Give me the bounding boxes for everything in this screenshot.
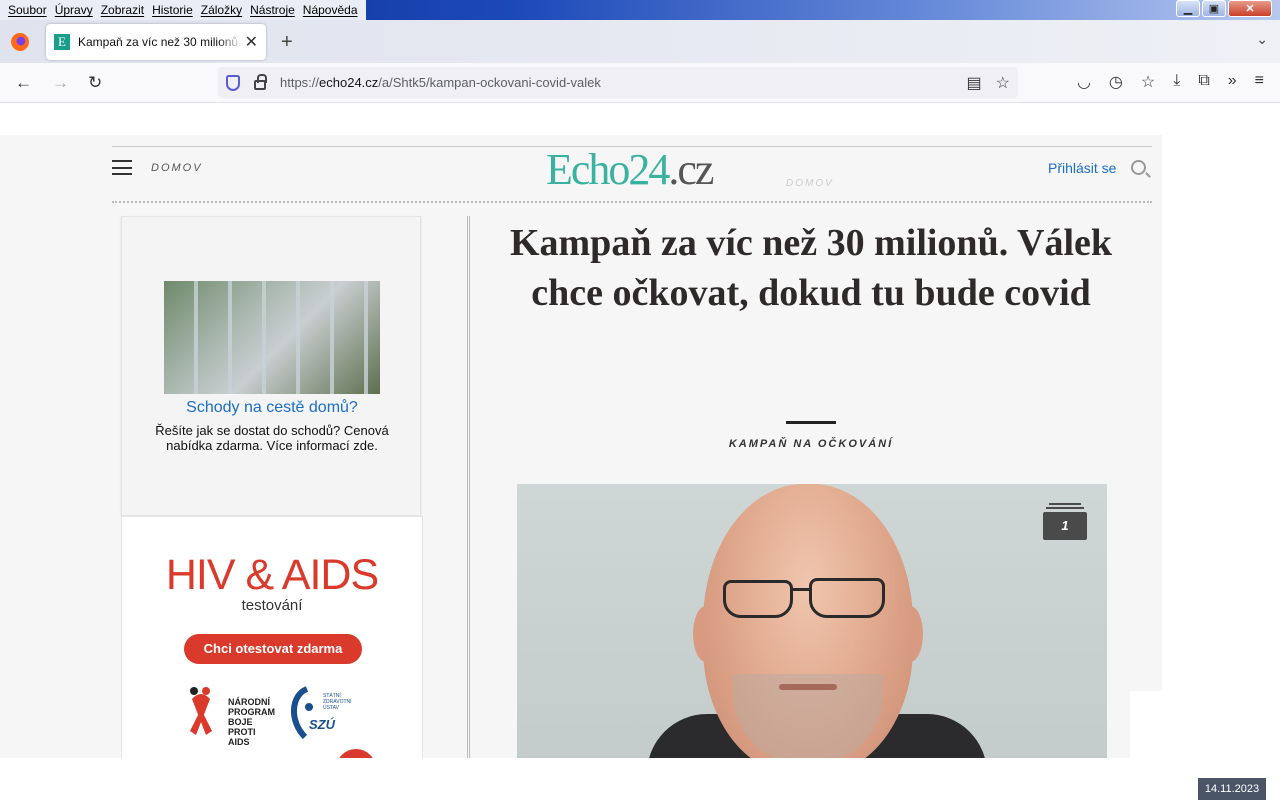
url-host: echo24.cz <box>319 75 379 90</box>
menu-bar: Soubor Úpravy Zobrazit Historie Záložky … <box>0 0 366 20</box>
logo-main: Echo24 <box>546 145 670 194</box>
bookmark-star-icon[interactable]: ☆ <box>996 73 1010 93</box>
url-path: /a/Shtk5/kampan-ockovani-covid-valek <box>378 75 601 90</box>
article-topic-tag[interactable]: KAMPAŇ NA OČKOVÁNÍ <box>486 438 1136 450</box>
szu-text: SZÚ <box>309 717 335 732</box>
header-dotted-divider <box>112 201 1152 203</box>
firefox-icon[interactable] <box>11 33 29 51</box>
tab-close-icon[interactable]: ✕ <box>245 32 258 52</box>
article-photo[interactable]: 1 <box>517 484 1107 758</box>
close-window-button[interactable]: ✕ <box>1228 0 1272 17</box>
ad-stairlift-heading[interactable]: Schody na cestě domů? <box>122 399 422 417</box>
downloads-icon[interactable]: ⤓ <box>1173 72 1180 92</box>
tab-title: Kampaň za víc než 30 milionů. V <box>78 35 243 49</box>
ad-decoration <box>336 749 376 758</box>
reader-view-icon[interactable]: ▤ <box>967 73 982 93</box>
menu-nastroje[interactable]: Nástroje <box>246 3 299 17</box>
ad-stairlift-image[interactable] <box>164 281 380 394</box>
taskbar: 14.11.2023 <box>0 758 1280 800</box>
page-edge <box>1130 691 1162 758</box>
search-icon[interactable] <box>1131 160 1146 175</box>
maximize-button[interactable]: ▣ <box>1202 0 1226 17</box>
menu-historie[interactable]: Historie <box>148 3 197 17</box>
history-icon[interactable]: ◷ <box>1109 72 1123 92</box>
ad-hiv-testing[interactable]: HIV & AIDS testování Chci otestovat zdar… <box>121 516 423 758</box>
home-ghost-label: DOMOV <box>786 178 834 189</box>
article-headline: Kampaň za víc než 30 milionů. Válek chce… <box>509 222 1113 314</box>
navigation-toolbar: ← → ↻ https://echo24.cz/a/Shtk5/kampan-o… <box>0 63 1280 103</box>
extensions-icon[interactable]: ⧉ <box>1198 72 1209 92</box>
app-menu-icon[interactable]: ≡ <box>1255 72 1264 92</box>
ad-hiv-cta-button[interactable]: Chci otestovat zdarma <box>184 634 362 664</box>
more-tools-icon[interactable]: » <box>1228 72 1237 92</box>
web-page: DOMOV Echo24.cz DOMOV Přihlásit se Schod… <box>0 104 1280 758</box>
gallery-count-badge[interactable]: 1 <box>1043 503 1087 540</box>
taskbar-date[interactable]: 14.11.2023 <box>1198 778 1266 800</box>
bookmarks-icon[interactable]: ☆ <box>1141 72 1155 92</box>
photo-mouth <box>779 684 837 690</box>
menu-soubor[interactable]: Soubor <box>4 3 51 17</box>
ad-stairlift[interactable]: Schody na cestě domů? Řešíte jak se dost… <box>121 216 421 516</box>
ad-hiv-subtitle: testování <box>241 597 303 614</box>
tab-article[interactable]: E Kampaň za víc než 30 milionů. V ✕ <box>46 24 266 60</box>
szu-emblem-icon <box>290 686 313 740</box>
reload-button[interactable]: ↻ <box>88 73 102 93</box>
red-ribbon-icon <box>190 687 212 735</box>
list-all-tabs-icon[interactable]: ⌄ <box>1256 31 1268 48</box>
ad-stairlift-text[interactable]: Řešíte jak se dostat do schodů? Cenová n… <box>142 423 402 453</box>
menu-zalozky[interactable]: Záložky <box>197 3 246 17</box>
minimize-button[interactable]: ▁ <box>1176 0 1200 17</box>
address-bar[interactable]: https://echo24.cz/a/Shtk5/kampan-ockovan… <box>218 67 1018 98</box>
forward-button[interactable]: → <box>52 73 69 93</box>
new-tab-button[interactable]: + <box>281 31 293 54</box>
tracking-protection-shield-icon[interactable] <box>226 74 240 91</box>
szu-logo: STÁTNÍ ZDRAVOTNÍ ÚSTAV SZÚ <box>285 685 352 741</box>
ad-hiv-title: HIV & AIDS <box>165 551 379 599</box>
national-aids-program-logo: NÁRODNÍ PROGRAM BOJE PROTI AIDS <box>186 685 278 747</box>
toolbar-buttons: ◡ ◷ ☆ ⤓ ⧉ » ≡ <box>1077 72 1264 92</box>
echo24-favicon-icon: E <box>54 34 70 50</box>
url-text[interactable]: https://echo24.cz/a/Shtk5/kampan-ockovan… <box>280 75 601 90</box>
pocket-icon[interactable]: ◡ <box>1077 72 1091 92</box>
url-scheme: https:// <box>280 75 320 90</box>
back-button[interactable]: ← <box>15 73 32 93</box>
menu-zobrazit[interactable]: Zobrazit <box>97 3 148 17</box>
column-divider <box>467 216 470 758</box>
hamburger-menu-icon[interactable] <box>112 160 132 175</box>
lock-icon[interactable] <box>254 74 267 90</box>
window-controls: ▁ ▣ ✕ <box>1176 0 1272 18</box>
menu-upravy[interactable]: Úpravy <box>51 3 97 17</box>
menu-napoveda[interactable]: Nápověda <box>299 3 362 17</box>
photo-glasses-bridge <box>791 588 811 591</box>
logo-tld: .cz <box>668 145 714 194</box>
aids-program-text: NÁRODNÍ PROGRAM BOJE PROTI AIDS <box>228 697 275 747</box>
headline-rule <box>786 421 836 424</box>
photo-glasses-right <box>809 578 885 618</box>
login-link[interactable]: Přihlásit se <box>1048 160 1116 176</box>
photo-glasses-left <box>723 580 793 618</box>
nav-home-link[interactable]: DOMOV <box>151 162 203 174</box>
szu-small-text: STÁTNÍ ZDRAVOTNÍ ÚSTAV <box>323 693 352 711</box>
site-logo[interactable]: Echo24.cz <box>546 144 714 195</box>
